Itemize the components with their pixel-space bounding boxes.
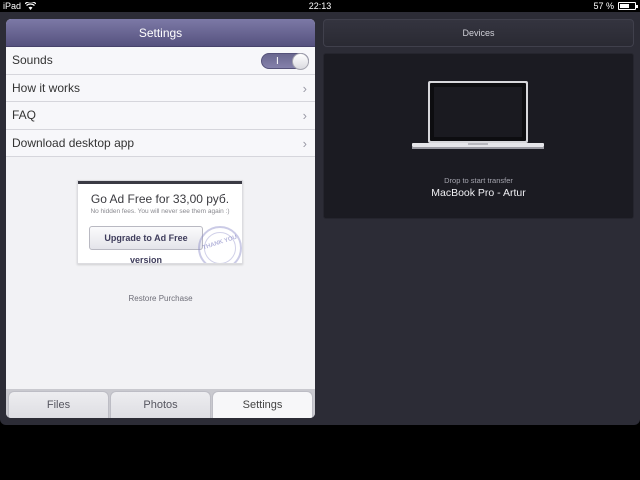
- sounds-row: Sounds I: [6, 47, 315, 75]
- tab-bar: Files Photos Settings: [6, 389, 315, 418]
- tab-settings[interactable]: Settings: [212, 391, 313, 418]
- tab-photos[interactable]: Photos: [110, 391, 211, 418]
- status-time: 22:13: [308, 1, 332, 11]
- ad-free-subtitle: No hidden fees. You will never see them …: [90, 208, 230, 215]
- thank-you-stamp-icon: THANK YOU: [198, 226, 242, 263]
- device-name[interactable]: MacBook Pro - Artur: [324, 187, 633, 199]
- settings-panel: Settings Sounds I How it works › FAQ › D…: [6, 19, 315, 418]
- toggle-on-label: I: [276, 56, 279, 67]
- screen-bottom: [0, 425, 640, 480]
- settings-title: Settings: [6, 19, 315, 47]
- faq-label: FAQ: [12, 108, 37, 122]
- chevron-right-icon: ›: [302, 80, 307, 96]
- faq-row[interactable]: FAQ ›: [6, 102, 315, 130]
- how-it-works-label: How it works: [12, 80, 81, 95]
- download-desktop-app-row[interactable]: Download desktop app ›: [6, 129, 315, 157]
- status-bar: iPad 22:13 57 %: [0, 0, 640, 12]
- ad-free-card: Go Ad Free for 33,00 руб. No hidden fees…: [77, 180, 243, 264]
- devices-panel: Drop to start transfer MacBook Pro - Art…: [323, 53, 634, 219]
- chevron-right-icon: ›: [302, 135, 307, 151]
- battery-percent: 57 %: [593, 1, 614, 11]
- chevron-right-icon: ›: [302, 108, 307, 123]
- drop-hint: Drop to start transfer: [444, 176, 513, 185]
- download-desktop-app-label: Download desktop app: [12, 135, 135, 150]
- battery-icon: [618, 2, 638, 10]
- battery-fill: [620, 4, 630, 8]
- how-it-works-row[interactable]: How it works ›: [6, 74, 315, 102]
- upgrade-button[interactable]: Upgrade to Ad Free version: [89, 226, 203, 263]
- toggle-knob[interactable]: [292, 53, 309, 70]
- laptop-icon[interactable]: [412, 81, 544, 151]
- stamp-text: THANK YOU: [202, 234, 238, 252]
- tab-files[interactable]: Files: [8, 391, 109, 418]
- ad-free-title: Go Ad Free for 33,00 руб.: [90, 192, 230, 206]
- sounds-label: Sounds: [12, 53, 53, 67]
- restore-purchase-link[interactable]: Restore Purchase: [6, 294, 315, 303]
- devices-title: Devices: [323, 19, 634, 47]
- sounds-toggle[interactable]: I: [261, 53, 309, 70]
- app-window: Settings Sounds I How it works › FAQ › D…: [0, 12, 640, 425]
